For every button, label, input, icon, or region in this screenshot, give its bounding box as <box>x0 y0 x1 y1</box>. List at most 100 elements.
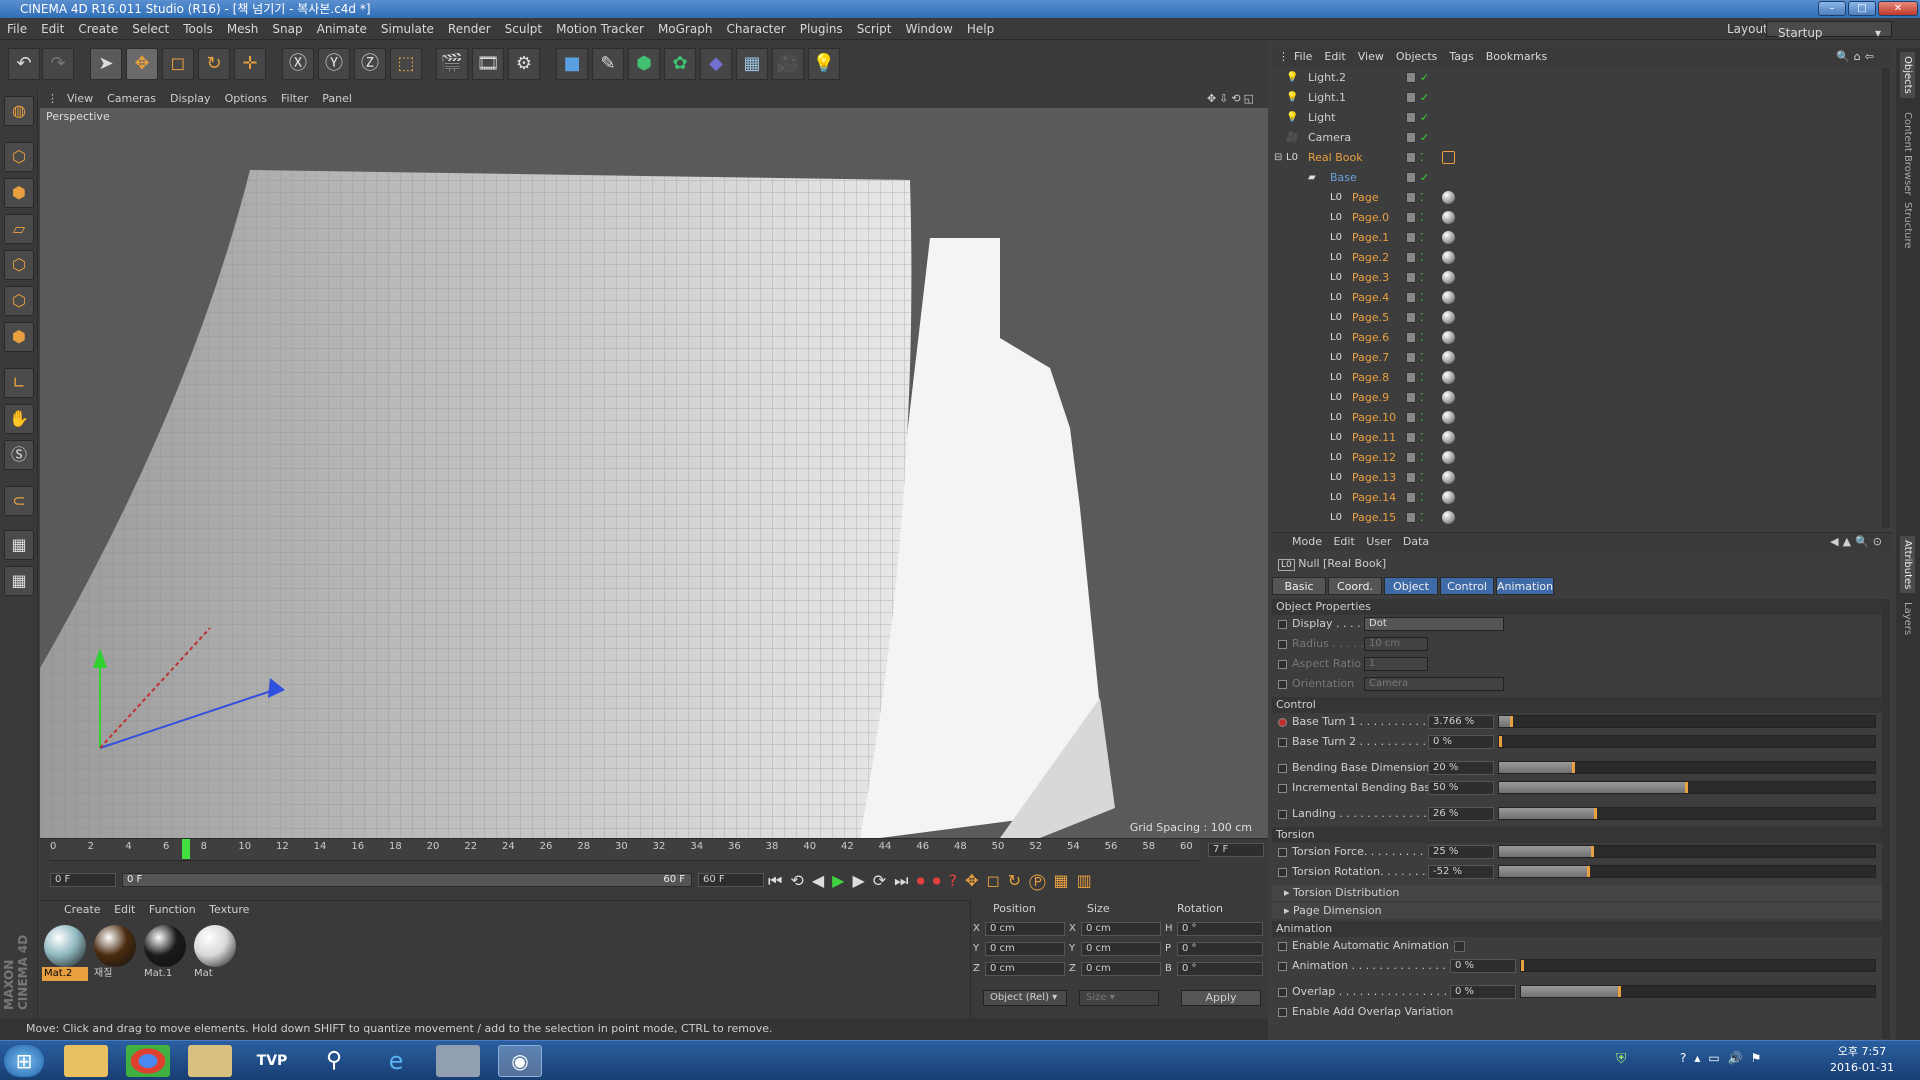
undo-icon[interactable]: ↶ <box>8 48 40 80</box>
scale-icon[interactable]: ◻ <box>162 48 194 80</box>
viewport-menu-cameras[interactable]: Cameras <box>100 90 163 108</box>
move-icon[interactable]: ✥ <box>126 48 158 80</box>
pen-spline-icon[interactable]: ✎ <box>592 48 624 80</box>
object-name[interactable]: Camera <box>1308 128 1351 148</box>
animate-param-icon[interactable] <box>1278 784 1287 793</box>
radius-field[interactable]: 10 cm <box>1364 637 1428 651</box>
enabled-check-icon[interactable]: ⁚ <box>1420 208 1424 228</box>
menu-create[interactable]: Create <box>71 18 125 40</box>
enabled-check-icon[interactable]: ⁚ <box>1420 368 1424 388</box>
coord-system-icon[interactable]: ⬚ <box>390 48 422 80</box>
object-row[interactable]: 💡 Light ✓ <box>1272 108 1882 128</box>
bending-base-dimension-field[interactable]: 20 % <box>1428 761 1494 775</box>
mat-menu-create[interactable]: Create <box>64 903 101 916</box>
viewport-menu-options[interactable]: Options <box>218 90 274 108</box>
snap-icon[interactable]: Ⓢ <box>4 440 34 470</box>
key-rotation-icon[interactable]: ↻ <box>1008 871 1029 890</box>
texture-mode-icon[interactable]: ⬢ <box>4 178 34 208</box>
om-nav-icons[interactable]: 🔍⌂⇦ <box>1830 48 1884 66</box>
chrome-icon[interactable] <box>126 1045 170 1077</box>
enabled-check-icon[interactable]: ⁚ <box>1420 468 1424 488</box>
visibility-toggle-icon[interactable] <box>1406 192 1416 203</box>
object-name[interactable]: Page <box>1352 188 1379 208</box>
cinema4d-taskbar-icon[interactable]: ◉ <box>498 1045 542 1077</box>
key-scale-icon[interactable]: ◻ <box>987 871 1008 890</box>
object-row[interactable]: L0 Page.8 ⁚ <box>1272 368 1882 388</box>
slider-thumb[interactable] <box>1590 846 1594 857</box>
app-swirl-icon[interactable]: ⚲ <box>312 1045 356 1077</box>
material-tag-icon[interactable] <box>1442 491 1455 504</box>
enabled-check-icon[interactable]: ⁚ <box>1420 248 1424 268</box>
visibility-toggle-icon[interactable] <box>1406 132 1416 143</box>
animate-param-icon[interactable] <box>1278 988 1287 997</box>
object-name[interactable]: Light.1 <box>1308 88 1346 108</box>
tray-icons[interactable]: ?▴▭🔊⚑ <box>1680 1051 1769 1065</box>
coord-rotation-field[interactable]: 0 ° <box>1177 962 1263 976</box>
object-row[interactable]: ⊟ L0 Real Book ⁚ <box>1272 148 1882 168</box>
om-menu-view[interactable]: View <box>1352 48 1390 66</box>
incremental-bending-base-field[interactable]: 50 % <box>1428 781 1494 795</box>
enabled-check-icon[interactable]: ⁚ <box>1420 508 1424 528</box>
enabled-check-icon[interactable]: ✓ <box>1420 168 1429 188</box>
menu-motion-tracker[interactable]: Motion Tracker <box>549 18 651 40</box>
coord-rotation-field[interactable]: 0 ° <box>1177 922 1263 936</box>
timeline-icon[interactable]: ▥ <box>1077 871 1100 890</box>
object-row[interactable]: L0 Page.11 ⁚ <box>1272 428 1882 448</box>
tvpaint-icon[interactable]: TVP <box>250 1045 294 1077</box>
visibility-toggle-icon[interactable] <box>1406 92 1416 103</box>
z-axis-icon[interactable]: Ⓩ <box>354 48 386 80</box>
object-name[interactable]: Page.0 <box>1352 208 1389 228</box>
menu-character[interactable]: Character <box>719 18 792 40</box>
object-row[interactable]: 💡 Light.1 ✓ <box>1272 88 1882 108</box>
visibility-toggle-icon[interactable] <box>1406 472 1416 483</box>
object-name[interactable]: Page.2 <box>1352 248 1389 268</box>
floor-icon[interactable]: ▦ <box>736 48 768 80</box>
collapsed-group[interactable]: ▸ Page Dimension <box>1272 903 1882 919</box>
material-tag-icon[interactable] <box>1442 331 1455 344</box>
material-tag-icon[interactable] <box>1442 251 1455 264</box>
attr-menu-mode[interactable]: Mode <box>1292 535 1322 548</box>
torsion-rotation-slider[interactable] <box>1498 865 1876 878</box>
axis-mode-icon[interactable]: ∟ <box>4 368 34 398</box>
animate-param-icon[interactable] <box>1278 810 1287 819</box>
prev-key-icon[interactable]: ⟲ <box>790 871 811 890</box>
attr-tab[interactable]: Basic <box>1272 577 1326 595</box>
slider-thumb[interactable] <box>1685 782 1688 793</box>
menu-simulate[interactable]: Simulate <box>374 18 441 40</box>
visibility-toggle-icon[interactable] <box>1406 292 1416 303</box>
workplane-icon[interactable]: ▱ <box>4 214 34 244</box>
slider-thumb[interactable] <box>1571 762 1575 773</box>
animate-param-icon[interactable] <box>1278 868 1287 877</box>
side-tab-content-browser[interactable]: Content Browser <box>1900 108 1915 199</box>
start-frame-field[interactable]: 0 F <box>50 873 116 887</box>
animate-param-icon[interactable] <box>1278 640 1287 649</box>
torsion-force-field[interactable]: 25 % <box>1428 845 1494 859</box>
expand-toggle-icon[interactable]: ⊟ <box>1274 148 1282 168</box>
current-frame-field[interactable]: 7 F <box>1208 843 1264 857</box>
visibility-toggle-icon[interactable] <box>1406 332 1416 343</box>
object-name[interactable]: Page.7 <box>1352 348 1389 368</box>
object-name[interactable]: Light <box>1308 108 1335 128</box>
material-tag-icon[interactable] <box>1442 311 1455 324</box>
object-name[interactable]: Page.5 <box>1352 308 1389 328</box>
enabled-check-icon[interactable]: ✓ <box>1420 128 1429 148</box>
object-row[interactable]: L0 Page.14 ⁚ <box>1272 488 1882 508</box>
visibility-toggle-icon[interactable] <box>1406 72 1416 83</box>
polygons-mode-icon[interactable]: ⬢ <box>4 322 34 352</box>
landing-slider[interactable] <box>1498 807 1876 820</box>
object-name[interactable]: Page.9 <box>1352 388 1389 408</box>
points-mode-icon[interactable]: ⬡ <box>4 250 34 280</box>
goto-start-icon[interactable]: ⏮ <box>768 871 790 890</box>
om-menu-file[interactable]: File <box>1288 48 1318 66</box>
grid-lock-icon[interactable]: ▦ <box>4 566 34 596</box>
side-tab-structure[interactable]: Structure <box>1900 198 1915 253</box>
file-explorer-icon[interactable] <box>64 1045 108 1077</box>
animation-field[interactable]: 0 % <box>1450 959 1516 973</box>
preview-range-slider[interactable]: 0 F 60 F <box>122 873 692 887</box>
camera-icon[interactable]: 🎥 <box>772 48 804 80</box>
coord-size-field[interactable]: 0 cm <box>1081 942 1161 956</box>
om-menu-edit[interactable]: Edit <box>1318 48 1351 66</box>
visibility-toggle-icon[interactable] <box>1406 452 1416 463</box>
object-row[interactable]: L0 Page.1 ⁚ <box>1272 228 1882 248</box>
visibility-toggle-icon[interactable] <box>1406 272 1416 283</box>
